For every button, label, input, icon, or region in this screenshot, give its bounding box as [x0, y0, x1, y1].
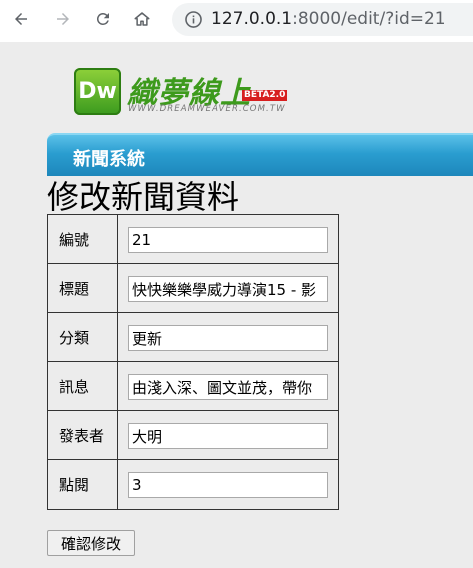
- site-logo[interactable]: Dw 織夢線上 BETA2.0 WWW.DREAMWEAVER.COM.TW: [74, 68, 304, 124]
- address-bar[interactable]: 127.0.0.1:8000/edit/?id=21: [172, 3, 473, 36]
- url-text: 127.0.0.1:8000/edit/?id=21: [211, 9, 446, 29]
- title-field[interactable]: [128, 276, 328, 302]
- edit-news-form: 編號 標題 分類 訊息 發表者 點閱: [47, 214, 339, 510]
- url-path: :8000/edit/?id=21: [292, 9, 446, 29]
- url-host: 127.0.0.1: [211, 9, 293, 29]
- page-title: 修改新聞資料: [47, 178, 240, 216]
- id-field[interactable]: [128, 227, 328, 253]
- home-button[interactable]: [127, 4, 157, 34]
- form-row-author: 發表者: [48, 411, 338, 460]
- category-field[interactable]: [128, 325, 328, 351]
- field-label-views: 點閱: [48, 460, 118, 509]
- reload-icon: [96, 12, 109, 25]
- field-label-id: 編號: [48, 215, 118, 263]
- field-label-category: 分類: [48, 313, 118, 361]
- section-header-title: 新聞系統: [73, 149, 145, 170]
- logo-subtitle: WWW.DREAMWEAVER.COM.TW: [128, 104, 286, 114]
- home-icon: [134, 12, 150, 26]
- logo-badge: Dw: [74, 68, 121, 115]
- browser-toolbar: 127.0.0.1:8000/edit/?id=21: [0, 0, 473, 42]
- field-label-title: 標題: [48, 264, 118, 312]
- message-field[interactable]: [128, 374, 328, 400]
- form-row-title: 標題: [48, 264, 338, 313]
- form-row-category: 分類: [48, 313, 338, 362]
- views-field[interactable]: [128, 472, 328, 498]
- reload-button[interactable]: [88, 4, 118, 34]
- section-header-bar: 新聞系統: [47, 133, 473, 176]
- form-row-id: 編號: [48, 215, 338, 264]
- confirm-edit-button[interactable]: 確認修改: [47, 530, 135, 556]
- logo-beta-tag: BETA2.0: [242, 90, 288, 101]
- back-button[interactable]: [6, 4, 36, 34]
- forward-button[interactable]: [48, 4, 78, 34]
- back-arrow-icon: [15, 13, 27, 25]
- forward-arrow-icon: [57, 13, 69, 25]
- field-label-author: 發表者: [48, 411, 118, 459]
- author-field[interactable]: [128, 423, 328, 449]
- form-row-views: 點閱: [48, 460, 338, 509]
- info-icon[interactable]: [184, 10, 203, 29]
- form-row-message: 訊息: [48, 362, 338, 411]
- field-label-message: 訊息: [48, 362, 118, 410]
